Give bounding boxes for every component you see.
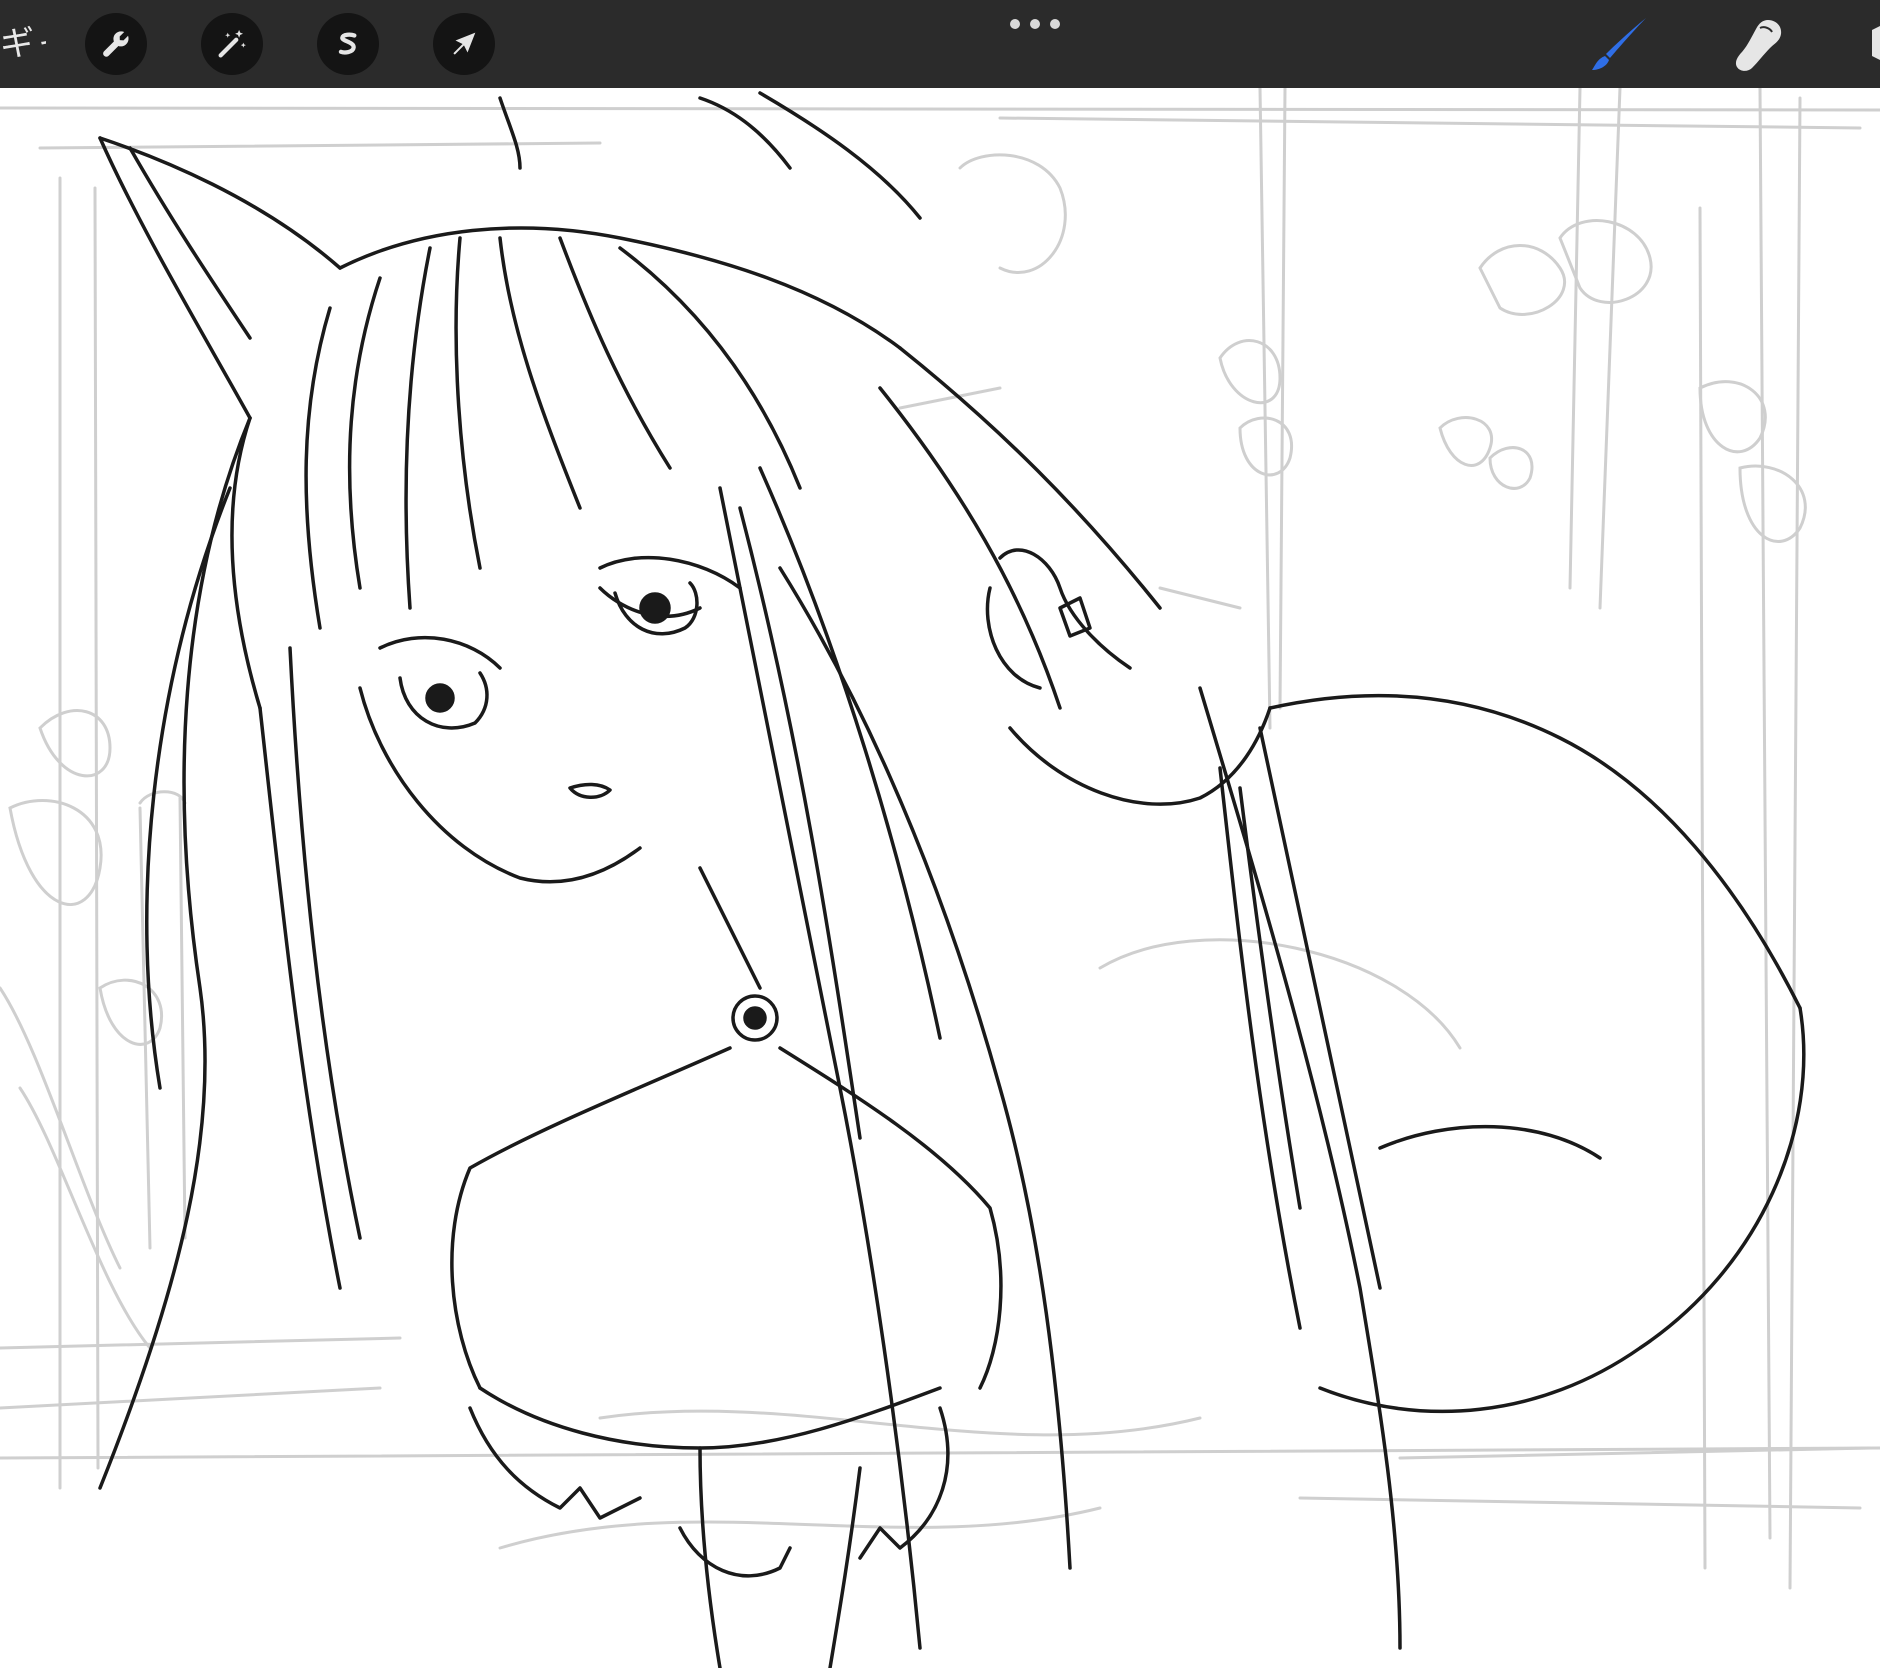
arrow-cursor-icon <box>453 32 476 55</box>
wrench-icon <box>103 31 129 57</box>
sketch-artwork <box>0 88 1880 1668</box>
smudge-finger-icon <box>1735 20 1782 71</box>
more-dots-icon[interactable] <box>1010 10 1060 38</box>
adjustments-button[interactable] <box>201 13 263 75</box>
top-toolbar: ギャラリー <box>0 0 1880 88</box>
transform-button[interactable] <box>433 13 495 75</box>
gallery-button[interactable]: ギャラリー <box>0 22 46 66</box>
selection-s-icon <box>338 32 357 55</box>
selection-button[interactable] <box>317 13 379 75</box>
drawing-canvas[interactable] <box>0 88 1880 1668</box>
actions-button[interactable] <box>85 13 147 75</box>
brush-icon <box>1592 18 1646 70</box>
brush-tool-button[interactable] <box>1586 14 1650 78</box>
eraser-tool-button[interactable] <box>1866 26 1880 66</box>
magic-wand-icon <box>218 29 246 58</box>
smudge-tool-button[interactable] <box>1726 14 1790 78</box>
eraser-icon <box>1872 26 1880 60</box>
